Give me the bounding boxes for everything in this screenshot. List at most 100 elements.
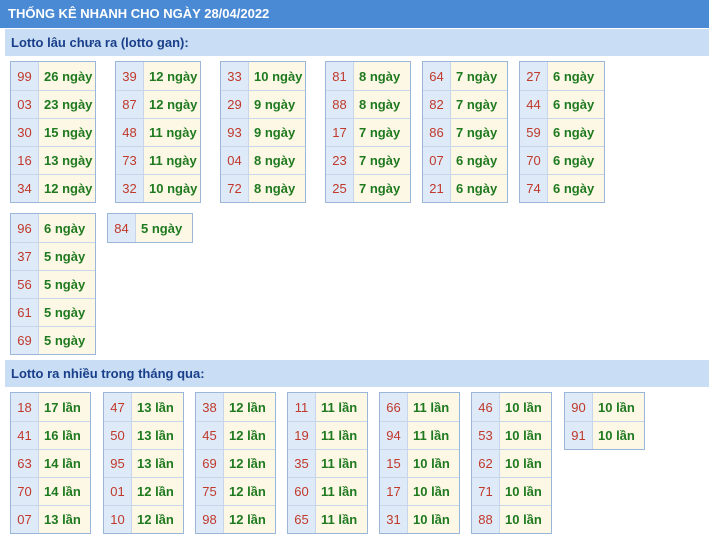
lotto-number: 87 [116, 91, 144, 118]
lotto-number: 74 [520, 175, 548, 202]
lotto-number: 73 [116, 147, 144, 174]
table-row: 19 11 lần [288, 421, 367, 449]
lotto-number: 04 [221, 147, 249, 174]
table-row: 30 15 ngày [11, 118, 95, 146]
lotto-number: 01 [104, 478, 132, 505]
lotto-number: 61 [11, 299, 39, 326]
lotto-count: 10 lần [408, 478, 459, 505]
lotto-number: 50 [104, 422, 132, 449]
lotto-count: 10 lần [500, 422, 551, 449]
lotto-count: 10 lần [408, 506, 459, 533]
lotto-count: 13 lần [39, 506, 90, 533]
table-row: 29 9 ngày [221, 90, 305, 118]
lotto-count: 12 lần [224, 450, 275, 477]
lotto-count: 10 lần [500, 478, 551, 505]
lotto-count: 8 ngày [354, 62, 410, 90]
lotto-count: 11 lần [408, 422, 459, 449]
lotto-count: 10 lần [500, 450, 551, 477]
lotto-count: 7 ngày [451, 119, 507, 146]
table-row: 16 13 ngày [11, 146, 95, 174]
table-row: 48 11 ngày [116, 118, 200, 146]
lotto-count: 23 ngày [39, 91, 95, 118]
lotto-number: 41 [11, 422, 39, 449]
lotto-number: 65 [288, 506, 316, 533]
lotto-number: 48 [116, 119, 144, 146]
lotto-number: 63 [11, 450, 39, 477]
table-row: 64 7 ngày [423, 62, 507, 90]
lotto-count: 12 lần [224, 506, 275, 533]
lotto-number: 88 [472, 506, 500, 533]
table-row: 10 12 lần [104, 505, 183, 533]
lotto-count: 5 ngày [136, 214, 192, 242]
lotto-number: 38 [196, 393, 224, 421]
table-row: 72 8 ngày [221, 174, 305, 202]
table-row: 65 11 lần [288, 505, 367, 533]
lotto-number: 90 [565, 393, 593, 421]
lotto-count: 6 ngày [548, 119, 604, 146]
stat-box: 46 10 lần 53 10 lần 62 10 lần 71 10 lần 88 10 lần [471, 392, 552, 534]
table-row: 60 11 lần [288, 477, 367, 505]
lotto-count: 7 ngày [451, 91, 507, 118]
lotto-number: 45 [196, 422, 224, 449]
table-row: 82 7 ngày [423, 90, 507, 118]
lotto-count: 15 ngày [39, 119, 95, 146]
lotto-count: 12 lần [132, 506, 183, 533]
table-row: 81 8 ngày [326, 62, 410, 90]
table-row: 31 10 lần [380, 505, 459, 533]
lotto-number: 56 [11, 271, 39, 298]
table-row: 11 11 lần [288, 393, 367, 421]
table-row: 93 9 ngày [221, 118, 305, 146]
lotto-count: 5 ngày [39, 243, 95, 270]
lotto-number: 35 [288, 450, 316, 477]
table-row: 53 10 lần [472, 421, 551, 449]
table-row: 33 10 ngày [221, 62, 305, 90]
table-row: 87 12 ngày [116, 90, 200, 118]
lotto-count: 6 ngày [548, 175, 604, 202]
lotto-count: 7 ngày [354, 175, 410, 202]
lotto-number: 98 [196, 506, 224, 533]
lotto-number: 94 [380, 422, 408, 449]
table-row: 71 10 lần [472, 477, 551, 505]
table-row: 21 6 ngày [423, 174, 507, 202]
stat-box: 33 10 ngày 29 9 ngày 93 9 ngày 04 8 ngày 72 8 ngà… [220, 61, 306, 203]
table-row: 74 6 ngày [520, 174, 604, 202]
lotto-number: 69 [196, 450, 224, 477]
lotto-number: 17 [380, 478, 408, 505]
table-row: 07 6 ngày [423, 146, 507, 174]
table-row: 15 10 lần [380, 449, 459, 477]
lotto-number: 60 [288, 478, 316, 505]
lotto-count: 17 lần [39, 393, 90, 421]
lotto-count: 6 ngày [548, 91, 604, 118]
lotto-count: 10 lần [500, 506, 551, 533]
lotto-count: 6 ngày [451, 175, 507, 202]
stat-box: 90 10 lần 91 10 lần [564, 392, 645, 450]
lotto-count: 11 ngày [144, 119, 200, 146]
table-row: 59 6 ngày [520, 118, 604, 146]
lotto-number: 03 [11, 91, 39, 118]
stat-box: 99 26 ngày 03 23 ngày 30 15 ngày 16 13 ngày 34 12… [10, 61, 96, 203]
stat-box: 39 12 ngày 87 12 ngày 48 11 ngày 73 11 ngày 32 10… [115, 61, 201, 203]
lotto-number: 91 [565, 422, 593, 449]
lotto-count: 6 ngày [451, 147, 507, 174]
lotto-count: 12 ngày [144, 62, 200, 90]
lotto-number: 82 [423, 91, 451, 118]
lotto-number: 19 [288, 422, 316, 449]
table-row: 75 12 lần [196, 477, 275, 505]
lotto-count: 14 lần [39, 478, 90, 505]
lotto-count: 11 lần [316, 478, 367, 505]
lotto-number: 11 [288, 393, 316, 421]
table-row: 17 10 lần [380, 477, 459, 505]
table-row: 38 12 lần [196, 393, 275, 421]
table-row: 07 13 lần [11, 505, 90, 533]
table-row: 70 14 lần [11, 477, 90, 505]
stat-box: 18 17 lần 41 16 lần 63 14 lần 70 14 lần 07 13 lần [10, 392, 91, 534]
lotto-number: 86 [423, 119, 451, 146]
table-row: 56 5 ngày [11, 270, 95, 298]
lotto-number: 34 [11, 175, 39, 202]
lotto-number: 33 [221, 62, 249, 90]
lotto-count: 11 ngày [144, 147, 200, 174]
table-row: 84 5 ngày [108, 214, 192, 242]
lotto-number: 96 [11, 214, 39, 242]
lotto-count: 11 lần [316, 422, 367, 449]
lotto-count: 7 ngày [354, 119, 410, 146]
